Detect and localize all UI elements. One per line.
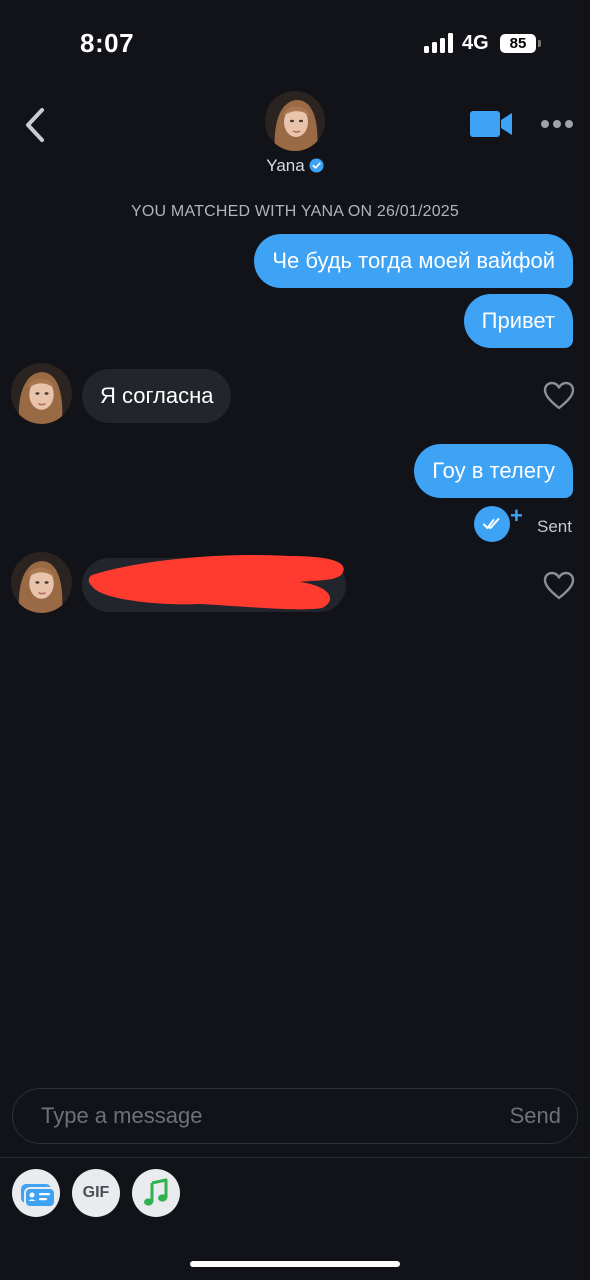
gif-icon: GIF [82, 1184, 110, 1201]
contact-card-icon [21, 1184, 56, 1208]
music-note-icon [144, 1178, 168, 1206]
send-button[interactable]: Send [510, 1089, 561, 1142]
redaction-scribble [88, 554, 344, 610]
message-input[interactable] [41, 1089, 481, 1142]
contact-card-button[interactable] [12, 1169, 60, 1217]
music-button[interactable] [132, 1169, 180, 1217]
divider [0, 1157, 590, 1158]
home-indicator [190, 1261, 400, 1267]
heart-icon[interactable] [543, 571, 575, 601]
gif-button[interactable]: GIF [72, 1169, 120, 1217]
message-composer: Send [12, 1088, 578, 1144]
